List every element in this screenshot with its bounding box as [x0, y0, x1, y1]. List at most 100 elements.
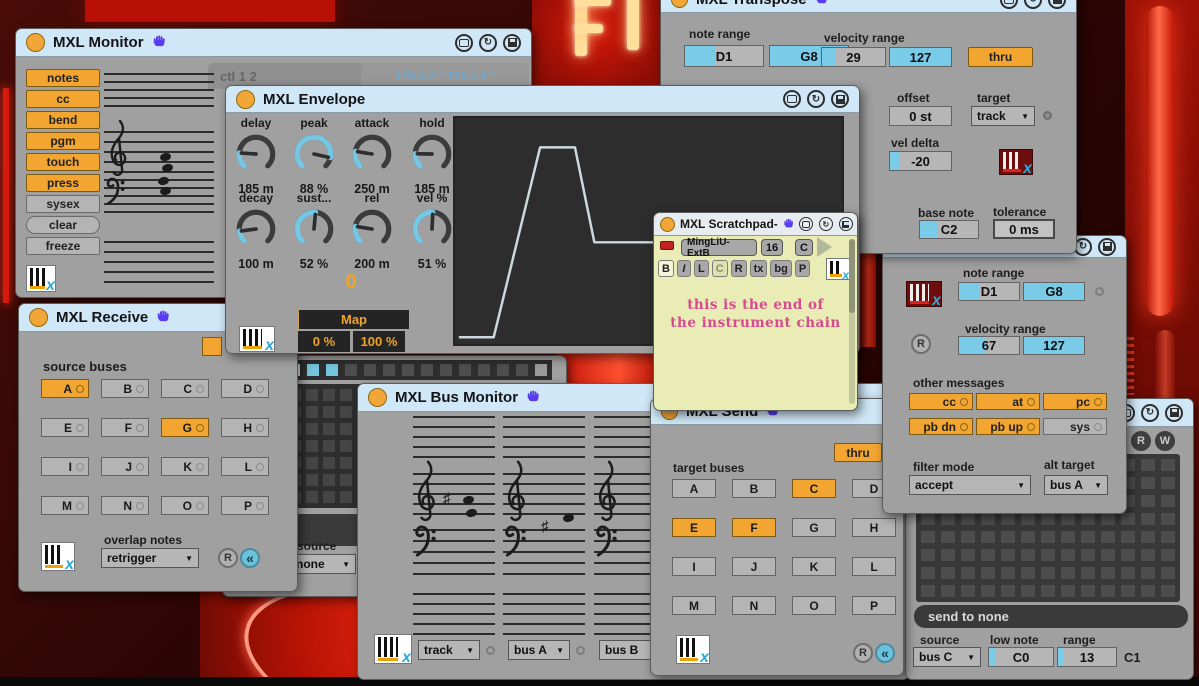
read-button[interactable]: R [1131, 431, 1151, 451]
grid-cell[interactable] [1121, 585, 1135, 597]
low-note-field[interactable]: C0 [988, 647, 1054, 667]
receive-bus-K[interactable]: K [161, 457, 209, 476]
send-bus-P[interactable]: P [852, 596, 896, 615]
save-button[interactable] [1165, 404, 1183, 422]
color-button[interactable]: C [795, 239, 813, 256]
format-button-L[interactable]: L [694, 260, 709, 277]
grid-cell[interactable] [340, 406, 352, 418]
device-lamp[interactable] [660, 217, 675, 232]
step-cell[interactable] [383, 364, 395, 376]
grid-cell[interactable] [1101, 549, 1115, 561]
velocity-high-field[interactable]: 127 [1023, 336, 1085, 355]
receive-bus-A[interactable]: A [41, 379, 89, 398]
send-bus-L[interactable]: L [852, 557, 896, 576]
knob-vel%[interactable]: vel %51 % [404, 191, 460, 271]
format-button-C[interactable]: C [712, 260, 728, 277]
sync-button[interactable]: ↻ [807, 90, 825, 108]
grid-cell[interactable] [340, 389, 352, 401]
sync-button[interactable]: ↻ [1141, 404, 1159, 422]
grid-cell[interactable] [1041, 567, 1055, 579]
format-button-P[interactable]: P [795, 260, 810, 277]
grid-cell[interactable] [340, 423, 352, 435]
scrollbar[interactable] [849, 239, 855, 404]
grid-cell[interactable] [1161, 495, 1175, 507]
grid-cell[interactable] [961, 531, 975, 543]
target-dropdown[interactable]: track▼ [971, 106, 1035, 126]
font-size-field[interactable]: 16 [761, 239, 783, 256]
receive-bus-L[interactable]: L [221, 457, 269, 476]
scratchpad-text-line[interactable]: the instrument chain [654, 315, 857, 331]
format-button-R[interactable]: R [731, 260, 747, 277]
grid-cell[interactable] [306, 491, 318, 503]
grid-cell[interactable] [1041, 549, 1055, 561]
receive-bus-N[interactable]: N [101, 496, 149, 515]
play-icon[interactable] [817, 237, 832, 257]
grid-cell[interactable] [1121, 549, 1135, 561]
grid-cell[interactable] [1081, 567, 1095, 579]
scrollbar-thumb[interactable] [849, 239, 855, 313]
grid-cell[interactable] [323, 389, 335, 401]
format-button-I[interactable]: I [677, 260, 691, 277]
titlebar[interactable]: MXL Envelope ↻ [226, 86, 859, 113]
grid-cell[interactable] [340, 474, 352, 486]
save-button[interactable] [839, 217, 853, 231]
reset-button[interactable]: R [218, 548, 238, 568]
thru-toggle[interactable] [202, 337, 222, 356]
message-toggle-cc[interactable]: cc [909, 393, 973, 410]
grid-cell[interactable] [1061, 549, 1075, 561]
map-mode-button[interactable] [455, 34, 473, 52]
grid-cell[interactable] [1001, 513, 1015, 525]
grid-cell[interactable] [1161, 531, 1175, 543]
step-cell[interactable] [440, 364, 452, 376]
map-button[interactable]: Map [298, 309, 410, 330]
grid-cell[interactable] [981, 585, 995, 597]
receive-bus-B[interactable]: B [101, 379, 149, 398]
grid-cell[interactable] [323, 491, 335, 503]
grid-cell[interactable] [1001, 549, 1015, 561]
send-bus-E[interactable]: E [672, 518, 716, 537]
knob-delay[interactable]: delay185 m [228, 116, 284, 196]
message-toggle-pb-dn[interactable]: pb dn [909, 418, 973, 435]
device-lamp[interactable] [368, 388, 387, 407]
receive-bus-E[interactable]: E [41, 418, 89, 437]
send-bus-B[interactable]: B [732, 479, 776, 498]
receive-bus-M[interactable]: M [41, 496, 89, 515]
grid-cell[interactable] [921, 513, 935, 525]
grid-cell[interactable] [1081, 513, 1095, 525]
grid-cell[interactable] [961, 513, 975, 525]
receive-bus-C[interactable]: C [161, 379, 209, 398]
device-lamp[interactable] [29, 308, 48, 327]
grid-cell[interactable] [1141, 549, 1155, 561]
grid-cell[interactable] [1161, 513, 1175, 525]
note-high-field[interactable]: G8 [1023, 282, 1085, 301]
step-cell[interactable] [516, 364, 528, 376]
step-cell[interactable] [535, 364, 547, 376]
source-dropdown[interactable]: none▼ [290, 554, 356, 574]
save-button[interactable] [1098, 238, 1116, 256]
grid-cell[interactable] [921, 567, 935, 579]
grid-cell[interactable] [961, 549, 975, 561]
grid-cell[interactable] [1061, 585, 1075, 597]
grid-cell[interactable] [1161, 477, 1175, 489]
send-bus-J[interactable]: J [732, 557, 776, 576]
grid-cell[interactable] [323, 457, 335, 469]
device-lamp[interactable] [236, 90, 255, 109]
grid-cell[interactable] [1161, 459, 1175, 471]
thru-button[interactable]: thru [968, 47, 1033, 67]
grid-cell[interactable] [1021, 513, 1035, 525]
map-mode-button[interactable] [783, 90, 801, 108]
grid-cell[interactable] [323, 406, 335, 418]
grid-cell[interactable] [306, 440, 318, 452]
save-button[interactable] [503, 34, 521, 52]
grid-cell[interactable] [1141, 585, 1155, 597]
message-toggle-at[interactable]: at [976, 393, 1040, 410]
grid-cell[interactable] [1141, 495, 1155, 507]
grid-cell[interactable] [1121, 513, 1135, 525]
filter-mode-dropdown[interactable]: accept▼ [909, 475, 1031, 495]
receive-bus-J[interactable]: J [101, 457, 149, 476]
grid-cell[interactable] [340, 440, 352, 452]
step-cell[interactable] [478, 364, 490, 376]
message-toggle-sys[interactable]: sys [1043, 418, 1107, 435]
grid-cell[interactable] [306, 474, 318, 486]
reset-button[interactable]: R [911, 334, 931, 354]
